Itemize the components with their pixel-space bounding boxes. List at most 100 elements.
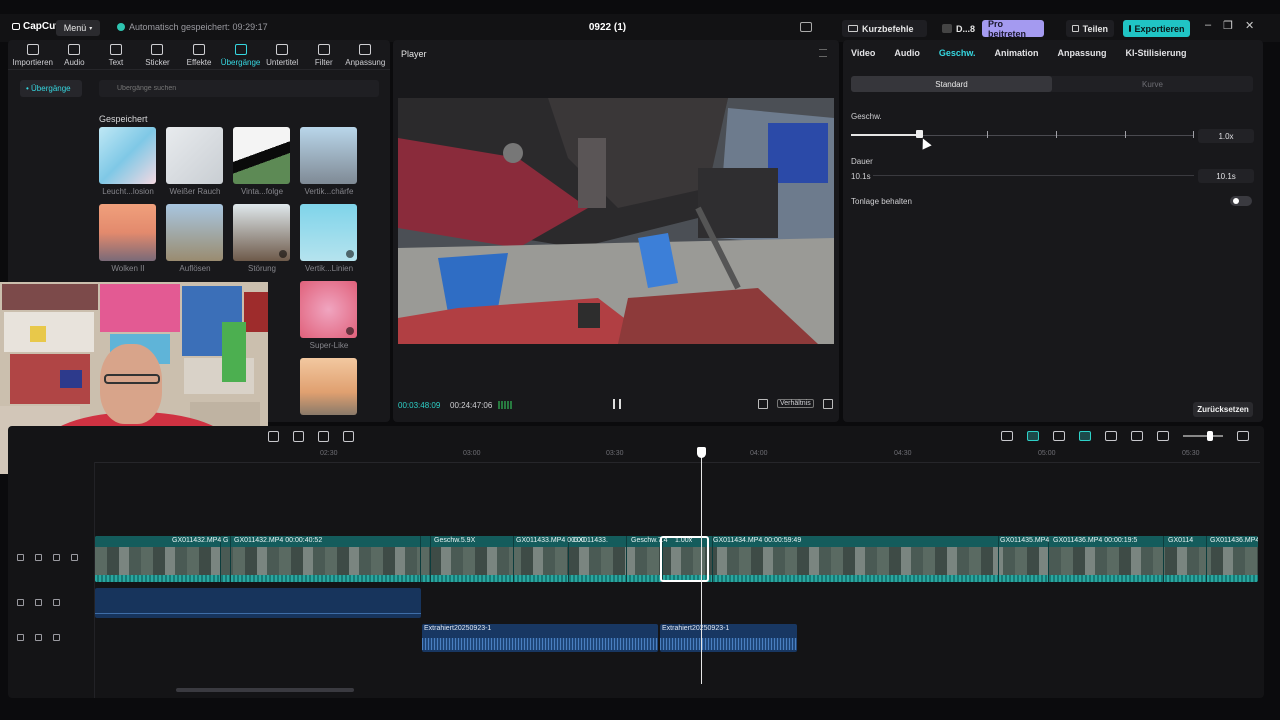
audio-track-icon[interactable] — [17, 599, 24, 606]
download-icon[interactable] — [346, 327, 354, 335]
mode-standard[interactable]: Standard — [851, 76, 1052, 92]
ruler-label: 03:30 — [606, 450, 624, 457]
tool-tab[interactable]: Text — [95, 42, 137, 68]
minimize-icon[interactable]: – — [1205, 19, 1211, 32]
playhead[interactable] — [701, 450, 702, 684]
layout-icon[interactable] — [800, 22, 812, 32]
ruler-label: 04:00 — [750, 450, 768, 457]
caption-icon[interactable] — [1131, 431, 1143, 441]
download-icon[interactable] — [279, 250, 287, 258]
filter-icon — [317, 44, 330, 55]
audio-clip[interactable] — [95, 588, 421, 618]
transition-thumbnail[interactable] — [300, 204, 357, 261]
lock-icon[interactable] — [35, 634, 42, 641]
rotate-icon[interactable] — [293, 431, 304, 442]
property-tab[interactable]: KI-Stilisierung — [1126, 48, 1187, 58]
mic-icon[interactable] — [1001, 431, 1013, 441]
clip-divider[interactable] — [1206, 536, 1207, 582]
property-tab[interactable]: Audio — [894, 48, 920, 58]
audio-clip[interactable]: Extrahiert20250923-1 — [422, 624, 658, 652]
pitch-toggle[interactable] — [1230, 196, 1252, 206]
maximize-icon[interactable]: ❐ — [1223, 19, 1233, 32]
pro-tool-icon[interactable] — [343, 431, 354, 442]
close-icon[interactable]: ✕ — [1245, 19, 1254, 32]
menu-button[interactable]: Menü ▾ — [56, 20, 100, 36]
clip-divider[interactable] — [230, 536, 231, 582]
reset-button[interactable]: Zurücksetzen — [1193, 402, 1253, 417]
clip-divider[interactable] — [513, 536, 514, 582]
clip-divider[interactable] — [626, 536, 627, 582]
tool-tab[interactable]: Audio — [54, 42, 96, 68]
speed-slider-handle[interactable] — [916, 130, 923, 138]
audio-clip[interactable]: Extrahiert20250923-1 — [660, 624, 797, 652]
clip-label: GX011432.MP4 — [172, 537, 222, 544]
transition-thumbnail[interactable] — [166, 204, 223, 261]
mirror-icon[interactable] — [268, 431, 279, 442]
horizontal-scrollbar[interactable] — [176, 688, 354, 692]
tool-tab[interactable]: Effekte — [178, 42, 220, 68]
fullscreen-icon[interactable] — [823, 399, 833, 409]
pause-button[interactable] — [613, 399, 621, 409]
video-preview[interactable] — [398, 98, 834, 344]
speaker-icon[interactable] — [53, 634, 60, 641]
menu-icon[interactable] — [819, 49, 827, 57]
share-button[interactable]: Teilen — [1066, 20, 1114, 37]
speaker-icon[interactable] — [71, 554, 78, 561]
zoom-out-icon[interactable] — [1157, 431, 1169, 441]
transition-thumbnail[interactable] — [233, 127, 290, 184]
clip-divider[interactable] — [1163, 536, 1164, 582]
ratio-button[interactable]: Verhältnis — [777, 399, 814, 408]
tool-tab[interactable]: Übergänge — [220, 42, 262, 68]
transition-thumbnail[interactable] — [99, 127, 156, 184]
snap-icon[interactable] — [1079, 431, 1091, 441]
search-input[interactable] — [99, 80, 379, 97]
tool-tab[interactable]: Importieren — [12, 42, 54, 68]
clip-divider[interactable] — [420, 536, 421, 582]
lock-icon[interactable] — [35, 599, 42, 606]
ruler-label: 05:30 — [1182, 450, 1200, 457]
property-tab[interactable]: Animation — [995, 48, 1039, 58]
audio-track-icon[interactable] — [17, 634, 24, 641]
device-button[interactable]: D...8 — [936, 20, 981, 37]
property-tab[interactable]: Video — [851, 48, 875, 58]
duration-slider-track[interactable] — [873, 175, 1194, 176]
tool-tab[interactable]: Filter — [303, 42, 345, 68]
preview-axis-icon[interactable] — [1105, 431, 1117, 441]
link-icon[interactable] — [1027, 431, 1039, 441]
property-tab[interactable]: Anpassung — [1058, 48, 1107, 58]
transition-thumbnail[interactable] — [300, 281, 357, 338]
tool-tab[interactable]: Untertitel — [261, 42, 303, 68]
player-title: Player — [401, 49, 427, 59]
mode-curve[interactable]: Kurve — [1052, 76, 1253, 92]
lock-icon[interactable] — [35, 554, 42, 561]
cover-icon[interactable] — [17, 554, 24, 561]
fit-screen-icon[interactable] — [758, 399, 768, 409]
slider-tick — [1193, 131, 1194, 138]
property-tab[interactable]: Geschw. — [939, 48, 976, 58]
duration-input[interactable]: 10.1s — [1198, 169, 1254, 183]
transition-thumbnail[interactable] — [300, 358, 357, 415]
transitions-icon — [234, 44, 247, 55]
tool-tab[interactable]: Sticker — [137, 42, 179, 68]
pro-button[interactable]: Pro beitreten — [982, 19, 1044, 39]
shortcuts-button[interactable]: Kurzbefehle — [842, 20, 927, 37]
zoom-fit-icon[interactable] — [1237, 431, 1249, 441]
project-title[interactable]: 0922 (1) — [560, 22, 655, 33]
speaker-icon[interactable] — [53, 599, 60, 606]
transition-thumbnail[interactable] — [233, 204, 290, 261]
clip-divider[interactable] — [998, 536, 999, 582]
tool-tab[interactable]: Anpassung — [345, 42, 387, 68]
zoom-slider[interactable] — [1183, 431, 1223, 441]
crop-icon[interactable] — [318, 431, 329, 442]
export-button[interactable]: Exportieren — [1123, 20, 1190, 37]
transition-thumbnail[interactable] — [166, 127, 223, 184]
transition-thumbnail[interactable] — [300, 127, 357, 184]
split-icon[interactable] — [1053, 431, 1065, 441]
clip-divider[interactable] — [430, 536, 431, 582]
sidebar-item-transitions[interactable]: • Übergänge — [20, 80, 82, 97]
download-icon[interactable] — [346, 250, 354, 258]
speed-input[interactable]: 1.0x — [1198, 129, 1254, 143]
transition-thumbnail[interactable] — [99, 204, 156, 261]
eye-icon[interactable] — [53, 554, 60, 561]
playhead-handle[interactable] — [697, 447, 706, 458]
